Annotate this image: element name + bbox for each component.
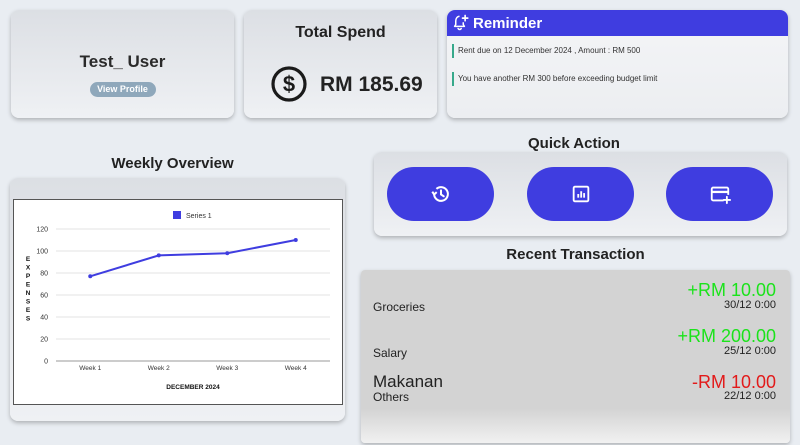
data-point bbox=[88, 274, 93, 279]
add-card-icon bbox=[710, 186, 731, 205]
reminder-item: You have another RM 300 before exceeding… bbox=[452, 72, 657, 86]
x-tick-label: Week 2 bbox=[148, 365, 170, 372]
y-axis-title-letter: E bbox=[26, 256, 31, 263]
y-tick-label: 60 bbox=[40, 293, 48, 300]
transaction-category: Others bbox=[373, 390, 410, 404]
dollar-circle-icon: $ bbox=[271, 66, 307, 102]
transaction-row[interactable]: +RM 10.00 Groceries 30/12 0:00 bbox=[361, 280, 790, 326]
data-point bbox=[225, 251, 230, 256]
add-card-button[interactable] bbox=[666, 167, 773, 221]
chart-frame: 0 20 40 60 80 100 120 Week 1 Week 2 Week 3 Week 4 D… bbox=[13, 199, 343, 405]
expenses-line-chart: 0 20 40 60 80 100 120 Week 1 Week 2 Week 3 Week 4 D… bbox=[26, 211, 330, 391]
reminder-header: Reminder bbox=[447, 10, 788, 36]
y-axis-title-letter: S bbox=[26, 316, 31, 323]
transaction-name: Makanan bbox=[373, 372, 443, 391]
quick-action-title: Quick Action bbox=[528, 135, 620, 152]
legend-swatch bbox=[173, 211, 181, 219]
legend-label: Series 1 bbox=[186, 213, 212, 220]
weekly-overview-title: Weekly Overview bbox=[111, 155, 234, 172]
x-axis-title: DECEMBER 2024 bbox=[166, 384, 220, 391]
weekly-overview-card: 0 20 40 60 80 100 120 Week 1 Week 2 Week 3 Week 4 D… bbox=[10, 178, 345, 421]
transaction-amount: +RM 10.00 bbox=[687, 280, 776, 300]
transaction-row[interactable]: +RM 200.00 Salary 25/12 0:00 bbox=[361, 326, 790, 372]
total-spend-amount: RM 185.69 bbox=[320, 73, 423, 96]
view-profile-button[interactable]: View Profile bbox=[89, 82, 156, 97]
reminder-title: Reminder bbox=[473, 14, 543, 32]
report-button[interactable] bbox=[527, 167, 634, 221]
transaction-row[interactable]: Makanan -RM 10.00 Others 22/12 0:00 bbox=[361, 372, 790, 418]
data-point bbox=[293, 238, 298, 242]
history-icon bbox=[430, 186, 449, 202]
y-axis-title-letter: E bbox=[26, 282, 31, 289]
y-axis-title-letter: E bbox=[26, 307, 31, 314]
history-button[interactable] bbox=[387, 167, 494, 221]
transaction-amount: +RM 200.00 bbox=[677, 326, 776, 346]
x-tick-label: Week 3 bbox=[216, 365, 238, 372]
profile-card: Test_ User View Profile bbox=[11, 10, 234, 118]
data-point bbox=[156, 253, 161, 258]
y-tick-label: 20 bbox=[40, 337, 48, 344]
username: Test_ User bbox=[79, 52, 166, 71]
y-axis-title-letter: N bbox=[26, 290, 31, 297]
transaction-date: 25/12 0:00 bbox=[724, 345, 776, 357]
recent-transaction-list: +RM 10.00 Groceries 30/12 0:00 +RM 200.0… bbox=[361, 270, 790, 443]
recent-transaction-title: Recent Transaction bbox=[506, 246, 645, 263]
svg-text:$: $ bbox=[283, 72, 295, 97]
y-tick-label: 40 bbox=[40, 315, 48, 322]
quick-action-card bbox=[374, 152, 787, 236]
report-icon bbox=[572, 185, 589, 203]
reminder-item: Rent due on 12 December 2024 , Amount : … bbox=[452, 44, 640, 58]
y-axis-title-letter: X bbox=[26, 265, 31, 272]
reminder-card: Reminder Rent due on 12 December 2024 , … bbox=[447, 10, 788, 118]
y-axis-title-letter: P bbox=[26, 273, 31, 280]
x-tick-label: Week 1 bbox=[79, 365, 101, 372]
y-axis-title-letter: S bbox=[26, 299, 31, 306]
y-tick-label: 0 bbox=[44, 359, 48, 366]
transaction-date: 30/12 0:00 bbox=[724, 299, 776, 311]
x-tick-label: Week 4 bbox=[285, 365, 307, 372]
transaction-category: Salary bbox=[373, 346, 408, 360]
transaction-date: 22/12 0:00 bbox=[724, 390, 776, 402]
total-spend-title: Total Spend bbox=[295, 24, 386, 41]
bell-plus-icon bbox=[453, 14, 469, 31]
y-tick-label: 100 bbox=[36, 249, 48, 256]
y-tick-label: 120 bbox=[36, 227, 48, 234]
y-tick-label: 80 bbox=[40, 271, 48, 278]
series-line bbox=[89, 239, 296, 278]
transaction-category: Groceries bbox=[373, 300, 426, 314]
total-spend-card: Total Spend $ RM 185.69 bbox=[244, 10, 437, 118]
